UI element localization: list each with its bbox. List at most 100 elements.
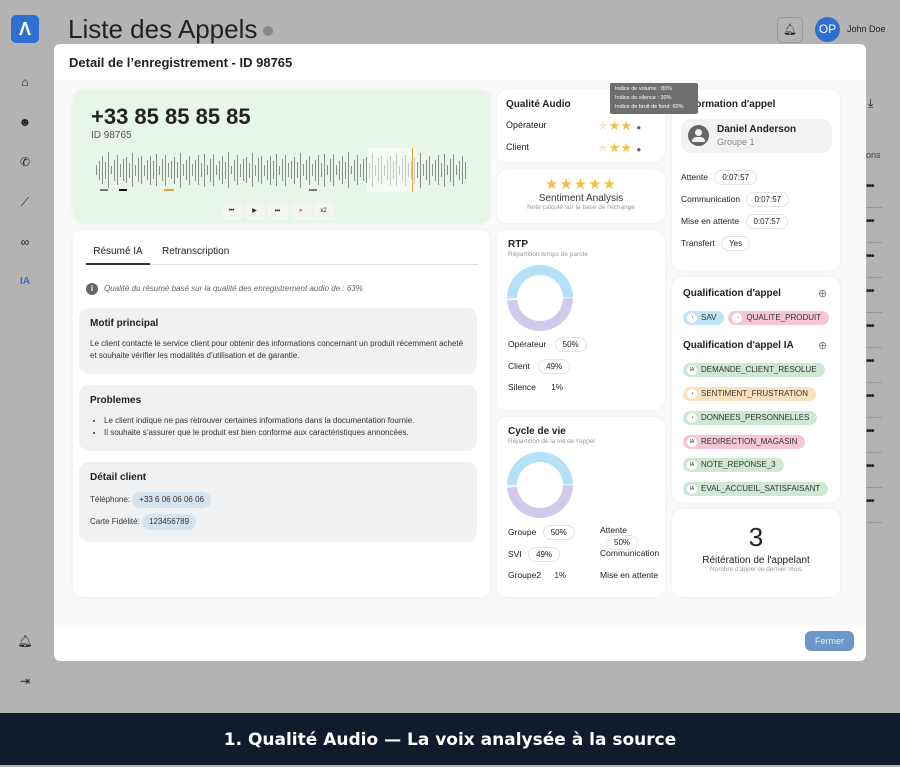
caption-banner: 1. Qualité Audio — La voix analysée à la…: [0, 713, 900, 765]
agent-group: Groupe 1: [717, 137, 755, 147]
notification-icon[interactable]: 🔔︎: [15, 634, 35, 650]
cycle-row: Groupe2 1%: [508, 569, 574, 582]
qualification-tag[interactable]: ◔ SAV: [683, 310, 725, 325]
playhead[interactable]: [412, 148, 413, 192]
home-icon[interactable]: ⌂: [15, 75, 35, 91]
add-qualification-icon[interactable]: ⊕: [818, 287, 827, 300]
ia-badge-icon: IA: [687, 460, 697, 471]
user-name: John Doe: [847, 24, 886, 34]
page-title: Liste des Appels: [68, 14, 274, 45]
cycle-donut-chart: [507, 452, 573, 518]
info-icon[interactable]: ●: [636, 123, 641, 132]
notifications-button[interactable]: 🔔︎: [777, 17, 803, 43]
add-ia-qualification-icon[interactable]: ⊕: [818, 339, 827, 352]
audio-quality-title: Qualité Audio: [506, 99, 571, 110]
summary-card: Résumé IA Retranscription i Qualité du ré…: [73, 230, 490, 597]
audio-quality-tooltip: Indice de volume : 80% Indice de silence …: [610, 83, 698, 114]
download-icon[interactable]: ⤓: [868, 96, 873, 111]
quality-note: i Qualité du résumé basé sur la qualité d…: [86, 283, 363, 295]
recording-id: ID 98765: [91, 130, 132, 141]
motif-text: Le client contacte le service client pou…: [90, 339, 464, 360]
row-actions-icon[interactable]: •••: [866, 181, 874, 192]
reiteration-subtitle: Nombre d'appel ce dernier mois: [710, 566, 802, 573]
user-icon: ◔: [732, 312, 743, 323]
qualification-ia-title: Qualification d'appel IA: [683, 340, 794, 351]
modal-title: Detail de l’enregistrement - ID 98765: [69, 55, 293, 70]
info-icon[interactable]: ●: [636, 145, 641, 154]
recording-detail-modal: Detail de l’enregistrement - ID 98765 +3…: [54, 44, 866, 661]
row-actions-icon[interactable]: •••: [866, 426, 874, 437]
client-detail-title: Détail client: [90, 472, 147, 483]
rtp-row: Client 49%: [508, 359, 571, 374]
row-actions-icon[interactable]: •••: [866, 321, 874, 332]
problems-section: Problemes Le client indique ne pas retro…: [79, 385, 477, 451]
row-actions-icon[interactable]: •••: [866, 496, 874, 507]
cycle-row: Attente 50%: [600, 525, 665, 550]
row-actions-icon[interactable]: •••: [866, 251, 874, 262]
operator-stars: ★★★ ●: [597, 118, 642, 133]
call-info-row: Transfert Yes: [681, 236, 751, 251]
phone-icon[interactable]: ✆: [15, 155, 35, 171]
call-info-card: Information d'appel Daniel Anderson Grou…: [672, 90, 840, 270]
problem-item: Le client indique ne pas retrouver certa…: [104, 415, 466, 427]
skip-forward-icon[interactable]: ⏭: [267, 203, 288, 220]
sidebar-item-ia[interactable]: IA: [15, 276, 35, 292]
summary-tabs: Résumé IA Retranscription: [86, 242, 478, 265]
sentiment-subtitle: Note calculé sur la base de l'échange: [527, 204, 635, 211]
sentiment-title: Sentiment Analysis: [538, 193, 624, 204]
call-info-row: Communication 0:07:57: [681, 192, 790, 207]
player-controls: ⏮ ▶ ⏭» x2: [220, 199, 335, 220]
waveform-selection[interactable]: [367, 148, 417, 192]
user-icon: ◔: [687, 312, 697, 323]
row-actions-icon[interactable]: •••: [866, 286, 874, 297]
qualification-card: Qualification d'appel ⊕ ◔ SAV ◔ QUALITE_PRO…: [672, 277, 840, 502]
rtp-title: RTP: [508, 239, 528, 250]
cycle-row: Groupe 50%: [508, 525, 575, 540]
row-actions-icon[interactable]: •••: [866, 356, 874, 367]
call-info-row: Attente 0:07:57: [681, 170, 758, 185]
problems-title: Problemes: [90, 395, 142, 406]
speed-button[interactable]: x2: [313, 203, 334, 220]
row-actions-icon[interactable]: •••: [866, 391, 874, 402]
qualification-tag[interactable]: ◔ QUALITE_PRODUIT: [728, 310, 830, 325]
rtp-donut-chart: [507, 265, 573, 331]
app-logo[interactable]: Λ: [11, 15, 39, 43]
rtp-subtitle: Répartition temps de parole: [508, 251, 588, 258]
close-button[interactable]: Fermer: [805, 631, 854, 651]
reiteration-title: Réitération de l'appelant: [702, 555, 810, 566]
face-icon[interactable]: ☻: [15, 115, 35, 131]
row-actions-icon[interactable]: •••: [866, 461, 874, 472]
reiteration-count: 3: [748, 522, 764, 552]
infinity-icon[interactable]: ∞: [15, 235, 35, 251]
phone-label: Téléphone:: [90, 495, 131, 504]
sidebar: [0, 0, 50, 713]
problem-item: Il souhaite s’assurer que le produit est…: [104, 427, 466, 439]
qualification-tag[interactable]: IA DEMANDE_CLIENT_RESOLUE: [683, 362, 825, 377]
avatar[interactable]: OP: [815, 17, 840, 42]
tab-retranscription[interactable]: Retranscription: [162, 246, 229, 257]
cycle-title: Cycle de vie: [508, 426, 566, 437]
skip-back-icon[interactable]: ⏮: [221, 203, 242, 220]
operator-label: Opérateur: [506, 120, 547, 130]
row-actions-icon[interactable]: •••: [866, 216, 874, 227]
user-icon: ◔: [687, 388, 697, 399]
qualification-tag[interactable]: IA NOTE_REPONSE_3: [683, 458, 784, 473]
cycle-row: Communication: [600, 548, 660, 558]
client-stars: ★★★ ●: [597, 140, 642, 155]
qualification-tag[interactable]: ◔ SENTIMENT_FRUSTRATION: [683, 386, 816, 401]
rtp-card: RTP Répartition temps de parole Opérateu…: [497, 230, 665, 410]
reiteration-card: 3 Réitération de l'appelant Nombre d'app…: [672, 509, 840, 597]
logout-icon[interactable]: ⇥: [15, 674, 35, 690]
play-icon[interactable]: ▶: [244, 203, 265, 220]
user-avatar-icon: [688, 125, 709, 146]
cycle-card: Cycle de vie Répartition de la vie de l'…: [497, 417, 665, 597]
analytics-icon[interactable]: ⟋: [15, 195, 35, 211]
table-header-actions: ons: [866, 150, 881, 160]
qualification-tag[interactable]: IA REDIRECTION_MAGASIN: [683, 434, 806, 449]
info-icon: [263, 26, 274, 37]
tab-resume-ia[interactable]: Résumé IA: [86, 246, 150, 265]
user-icon: ◔: [687, 412, 697, 423]
qualification-tag[interactable]: IA EVAL_ACCUEIL_SATISFAISANT: [683, 482, 829, 497]
qualification-tag[interactable]: ◔ DONNEES_PERSONNELLES: [683, 410, 818, 425]
fast-forward-icon[interactable]: »: [290, 203, 311, 220]
